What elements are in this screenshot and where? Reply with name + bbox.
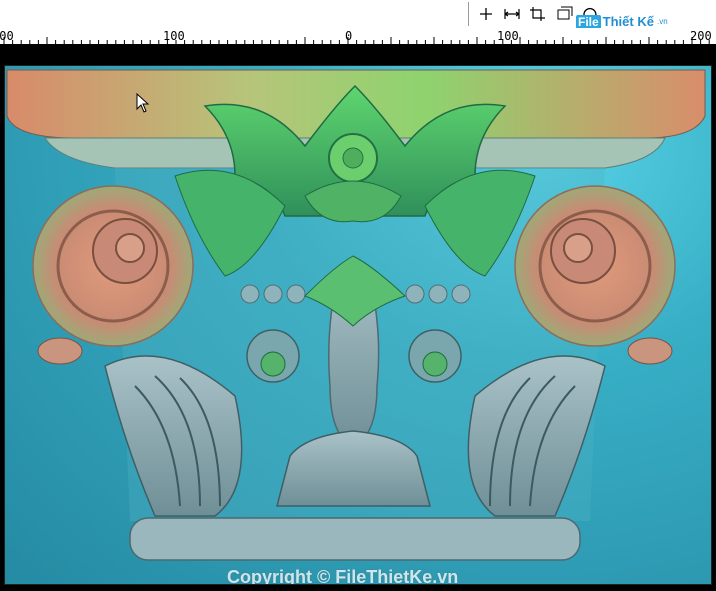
crosshair-tool-icon[interactable] (473, 1, 499, 27)
ruler-label: 100 (163, 29, 185, 43)
corner-tool-icon[interactable] (525, 1, 551, 27)
logo-text: Thiết Kế (602, 14, 654, 29)
horizontal-ruler: 200 100 0 100 200 (0, 28, 716, 46)
top-toolbar-area: File Thiết Kế .vn (0, 0, 716, 29)
site-logo: File Thiết Kế .vn (576, 14, 668, 29)
box-tool-icon[interactable] (551, 1, 577, 27)
ruler-label: 200 (690, 29, 712, 43)
ruler-label: 200 (0, 29, 14, 43)
copyright-watermark: Copyright © FileThietKe.vn (227, 567, 459, 585)
mouse-cursor-icon (136, 92, 150, 118)
render-canvas[interactable]: Copyright © FileThietKe.vn (4, 65, 712, 585)
ruler-label: 100 (497, 29, 519, 43)
carved-capital-relief (6, 69, 706, 561)
ruler-ticks (3, 37, 710, 44)
logo-sub: .vn (656, 17, 668, 26)
ruler-label: 0 (345, 29, 353, 43)
model-viewport[interactable]: Copyright © FileThietKe.vn (0, 47, 716, 588)
toolbar-separator (468, 2, 469, 26)
measure-distance-tool-icon[interactable] (499, 1, 525, 27)
logo-box: File (576, 14, 601, 29)
